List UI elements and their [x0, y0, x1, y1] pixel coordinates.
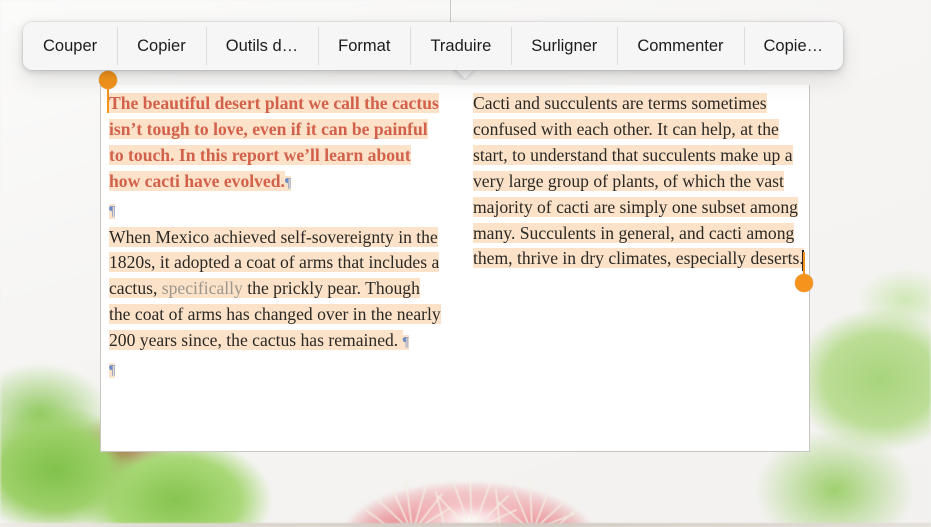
pilcrow-icon: ¶: [109, 363, 116, 379]
menu-item-copy-more[interactable]: Copie…: [743, 22, 844, 70]
right-paragraph[interactable]: Cacti and succulents are terms sometimes…: [473, 91, 808, 272]
menu-item-translate[interactable]: Traduire: [410, 22, 511, 70]
right-paragraph-text: Cacti and succulents are terms sometimes…: [473, 93, 804, 269]
pilcrow-icon: ¶: [109, 203, 116, 219]
text-column-left[interactable]: The beautiful desert plant we call the c…: [109, 91, 444, 384]
menu-item-cut[interactable]: Couper: [23, 22, 117, 70]
menu-item-label: Copier: [137, 36, 186, 55]
body-paragraph-link[interactable]: specifically: [161, 278, 243, 299]
document-body[interactable]: The beautiful desert plant we call the c…: [101, 85, 811, 452]
menu-item-label: Traduire: [430, 36, 492, 55]
menu-item-format[interactable]: Format: [318, 22, 410, 70]
pilcrow-icon: ¶: [402, 335, 409, 351]
body-paragraph[interactable]: When Mexico achieved self-sovereignty in…: [109, 225, 444, 357]
menu-item-label: Format: [338, 36, 391, 55]
menu-item-label: Couper: [43, 36, 98, 55]
menu-item-copy[interactable]: Copier: [117, 22, 206, 70]
text-selection-context-menu[interactable]: Couper Copier Outils d… Format Traduire …: [23, 22, 844, 70]
window-bottom-edge: [0, 523, 931, 527]
empty-paragraph-1[interactable]: ¶: [109, 197, 444, 225]
menu-item-tools[interactable]: Outils d…: [205, 22, 318, 70]
menu-item-label: Outils d…: [225, 36, 299, 55]
lead-paragraph[interactable]: The beautiful desert plant we call the c…: [109, 91, 444, 197]
pilcrow-icon: ¶: [284, 175, 292, 191]
menu-item-label: Surligner: [531, 36, 598, 55]
menu-anchor-guide: [450, 0, 451, 22]
context-menu-pointer-icon: [452, 69, 478, 80]
menu-item-comment[interactable]: Commenter: [617, 22, 743, 70]
menu-item-label: Copie…: [763, 36, 824, 55]
cactus-spines: [365, 477, 579, 527]
menu-item-highlight[interactable]: Surligner: [511, 22, 617, 70]
menu-item-label: Commenter: [637, 36, 724, 55]
app-window: A Thorn by Any Other Name The beautiful …: [0, 0, 931, 527]
document-page[interactable]: A Thorn by Any Other Name The beautiful …: [100, 17, 811, 452]
text-column-right[interactable]: Cacti and succulents are terms sometimes…: [473, 91, 808, 272]
lead-paragraph-text: The beautiful desert plant we call the c…: [109, 93, 439, 191]
text-caret: [802, 250, 804, 271]
empty-paragraph-2[interactable]: ¶: [109, 356, 444, 384]
